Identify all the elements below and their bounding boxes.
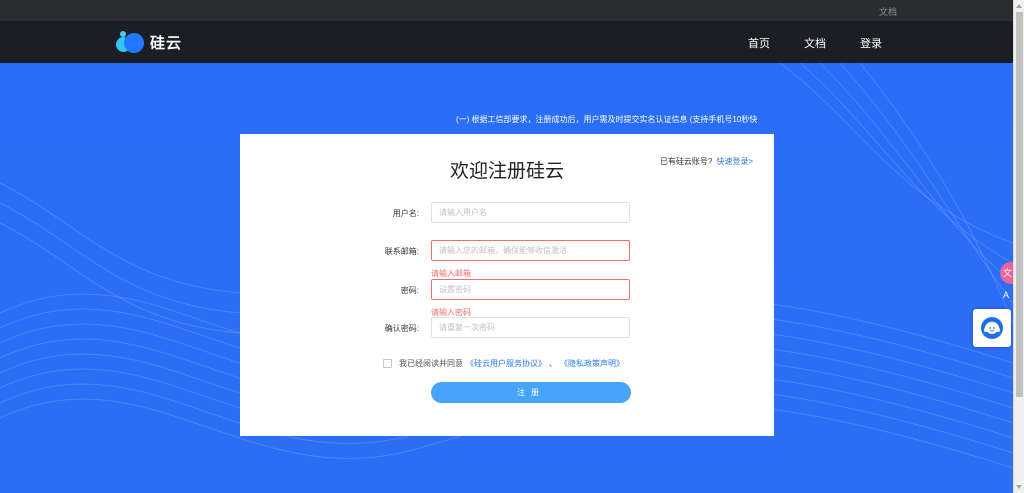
nav-docs[interactable]: 文档 bbox=[804, 35, 826, 51]
register-card: 欢迎注册硅云 已有硅云账号? 快速登录> 用户名: 请输入用户名 联系邮箱: 请输… bbox=[240, 134, 774, 436]
quick-login-link[interactable]: 快速登录> bbox=[716, 157, 753, 166]
realname-notice: (一) 根据工信部要求，注册成功后，用户需及时提交实名认证信息 (支持手机号10… bbox=[456, 115, 758, 124]
confirm-password-input[interactable]: 请重复一次密码 bbox=[431, 317, 630, 338]
logo-text: 硅云 bbox=[150, 34, 183, 52]
login-hint-text: 已有硅云账号? bbox=[659, 157, 713, 166]
customer-service-button[interactable] bbox=[973, 309, 1011, 347]
headset-icon bbox=[981, 317, 1003, 339]
nav-home[interactable]: 首页 bbox=[748, 35, 770, 51]
agree-checkbox[interactable] bbox=[383, 359, 392, 368]
password-label: 密码: bbox=[400, 286, 419, 295]
username-label: 用户名: bbox=[392, 209, 419, 218]
confirm-password-label: 确认密码: bbox=[384, 324, 419, 333]
agreement-row: 我已经阅读并同意 《硅云用户服务协议》 、 《隐私政策声明》 bbox=[383, 358, 624, 369]
agree-text: 我已经阅读并同意 bbox=[399, 359, 463, 368]
nav-login[interactable]: 登录 bbox=[860, 35, 882, 51]
top-utility-bar: 文档 bbox=[0, 0, 1013, 21]
logo-cloud-icon bbox=[116, 31, 148, 53]
logo[interactable]: 硅云 bbox=[116, 31, 182, 53]
password-input[interactable]: 设置密码 bbox=[431, 279, 630, 300]
login-hint: 已有硅云账号? 快速登录> bbox=[660, 156, 753, 167]
top-doc-link[interactable]: 文档 bbox=[879, 5, 897, 18]
scroll-down-icon[interactable] bbox=[1016, 485, 1022, 489]
page-scrollbar[interactable] bbox=[1013, 0, 1024, 493]
agreement-separator: 、 bbox=[549, 359, 557, 368]
email-label: 联系邮箱: bbox=[384, 247, 419, 256]
register-button[interactable]: 注册 bbox=[431, 382, 631, 403]
email-error: 请输入邮箱 bbox=[431, 269, 471, 278]
scroll-up-icon[interactable] bbox=[1016, 4, 1022, 8]
email-input[interactable]: 请输入您的邮箱，确保能够收信激活 bbox=[431, 240, 630, 261]
main-navbar: 硅云 首页 文档 登录 bbox=[0, 21, 1013, 63]
service-agreement-link[interactable]: 《硅云用户服务协议》 bbox=[466, 358, 546, 369]
privacy-policy-link[interactable]: 《隐私政策声明》 bbox=[560, 358, 624, 369]
username-input[interactable]: 请输入用户名 bbox=[431, 202, 630, 223]
scroll-thumb[interactable] bbox=[1016, 12, 1023, 397]
